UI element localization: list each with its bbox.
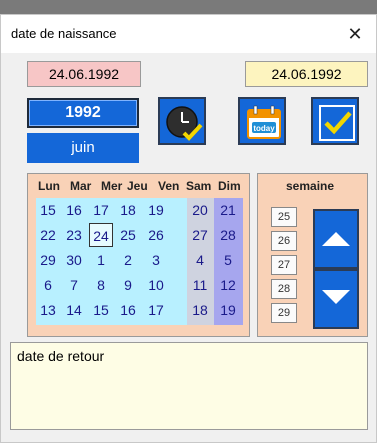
today-label: today (253, 124, 275, 133)
day-cell[interactable]: 10 (144, 273, 168, 297)
arrow-down-icon (322, 290, 350, 304)
day-cell[interactable]: 16 (62, 198, 86, 222)
week-panel: semaine 25 26 27 28 29 (257, 173, 368, 337)
next-week-button[interactable] (313, 269, 359, 329)
day-cell[interactable]: 19 (216, 298, 240, 322)
day-cell[interactable]: 19 (144, 198, 168, 222)
week-title: semaine (286, 179, 335, 193)
day-cell[interactable]: 9 (116, 273, 140, 297)
day-cell[interactable]: 30 (62, 248, 86, 272)
day-cell[interactable]: 13 (36, 298, 60, 322)
week-number: 26 (271, 231, 297, 251)
title-bar: date de naissance ✕ (1, 15, 376, 53)
day-cell[interactable]: 26 (144, 223, 168, 247)
day-cell[interactable]: 18 (188, 298, 212, 322)
right-date-display: 24.06.1992 (245, 61, 368, 87)
day-cell[interactable]: 29 (36, 248, 60, 272)
day-header-lun: Lun (38, 179, 60, 193)
day-cell[interactable]: 7 (62, 273, 86, 297)
day-cell[interactable]: 28 (216, 223, 240, 247)
day-cell[interactable]: 16 (116, 298, 140, 322)
year-button[interactable]: 1992 (27, 98, 139, 128)
calendar-panel: Lun Mar Mer Jeu Ven Sam Dim 15 16 17 18 … (27, 173, 250, 337)
day-cell[interactable]: 5 (216, 248, 240, 272)
left-date-display: 24.06.1992 (27, 61, 141, 87)
day-cell[interactable]: 2 (116, 248, 140, 272)
arrow-up-icon (322, 232, 350, 246)
calendar-today-icon: today (247, 105, 281, 139)
day-cell[interactable]: 25 (116, 223, 140, 247)
day-cell[interactable]: 4 (188, 248, 212, 272)
close-button[interactable]: ✕ (342, 21, 368, 47)
day-cell[interactable]: 22 (36, 223, 60, 247)
clock-button[interactable] (158, 97, 206, 145)
day-cell[interactable]: 17 (144, 298, 168, 322)
dialog-title: date de naissance (11, 26, 117, 41)
previous-week-button[interactable] (313, 209, 359, 269)
checkmark-icon (319, 105, 355, 141)
day-header-ven: Ven (158, 179, 180, 193)
day-cell[interactable]: 15 (89, 298, 113, 322)
week-number: 25 (271, 207, 297, 227)
day-cell[interactable]: 18 (116, 198, 140, 222)
month-button[interactable]: juin (27, 133, 139, 163)
day-cell[interactable]: 23 (62, 223, 86, 247)
day-header-mer: Mer (101, 179, 123, 193)
week-number: 27 (271, 255, 297, 275)
day-cell[interactable]: 14 (62, 298, 86, 322)
day-cell[interactable]: 17 (89, 198, 113, 222)
day-cell[interactable]: 11 (188, 273, 212, 297)
clock-check-icon (166, 106, 203, 141)
day-cell[interactable]: 21 (216, 198, 240, 222)
day-cell[interactable]: 6 (36, 273, 60, 297)
day-cell[interactable]: 8 (89, 273, 113, 297)
day-cell[interactable]: 15 (36, 198, 60, 222)
day-cell[interactable]: 27 (188, 223, 212, 247)
day-cell[interactable]: 1 (89, 248, 113, 272)
notes-textarea[interactable]: date de retour (10, 342, 368, 430)
week-number: 28 (271, 279, 297, 299)
confirm-button[interactable] (311, 97, 359, 145)
today-button[interactable]: today (238, 97, 286, 145)
date-picker-dialog: date de naissance ✕ 24.06.1992 24.06.199… (0, 14, 377, 443)
day-header-mar: Mar (70, 179, 92, 193)
day-cell[interactable]: 3 (144, 248, 168, 272)
day-cell[interactable]: 12 (216, 273, 240, 297)
day-cell[interactable]: 20 (188, 198, 212, 222)
day-header-dim: Dim (218, 179, 241, 193)
day-header-jeu: Jeu (127, 179, 148, 193)
day-header-sam: Sam (186, 179, 212, 193)
week-number: 29 (271, 303, 297, 323)
selected-day-cell[interactable]: 24 (89, 223, 113, 247)
